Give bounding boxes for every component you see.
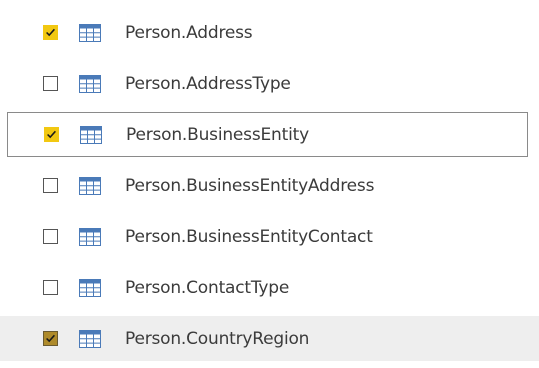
table-icon: [80, 125, 102, 144]
table-icon: [79, 176, 101, 195]
table-icon: [79, 23, 101, 42]
checkbox-icon[interactable]: [44, 126, 59, 142]
table-row[interactable]: Person.AddressType: [0, 61, 539, 106]
checkbox-icon[interactable]: [43, 330, 58, 346]
table-name-label: Person.BusinessEntityAddress: [125, 175, 375, 196]
table-row[interactable]: Person.BusinessEntityAddress: [0, 163, 539, 208]
table-icon: [79, 74, 101, 93]
table-name-label: Person.ContactType: [125, 277, 290, 298]
table-name-label: Person.AddressType: [125, 73, 291, 94]
checkbox-icon[interactable]: [43, 24, 58, 40]
checkbox-icon[interactable]: [43, 228, 58, 244]
checkbox-icon[interactable]: [43, 177, 58, 193]
table-name-label: Person.Address: [125, 22, 253, 43]
table-row[interactable]: Person.BusinessEntityContact: [0, 214, 539, 259]
table-list: Person.Address Person.AddressType Person.B…: [0, 10, 539, 367]
table-icon: [79, 329, 101, 348]
table-name-label: Person.BusinessEntity: [126, 124, 309, 145]
table-icon: [79, 227, 101, 246]
checkbox-icon[interactable]: [43, 279, 58, 295]
table-row[interactable]: Person.ContactType: [0, 265, 539, 310]
table-icon: [79, 278, 101, 297]
checkbox-icon[interactable]: [43, 75, 58, 91]
table-row[interactable]: Person.CountryRegion: [0, 316, 539, 361]
table-name-label: Person.CountryRegion: [125, 328, 310, 349]
table-row[interactable]: Person.Address: [0, 10, 539, 55]
table-row[interactable]: Person.BusinessEntity: [7, 112, 528, 157]
table-name-label: Person.BusinessEntityContact: [125, 226, 373, 247]
